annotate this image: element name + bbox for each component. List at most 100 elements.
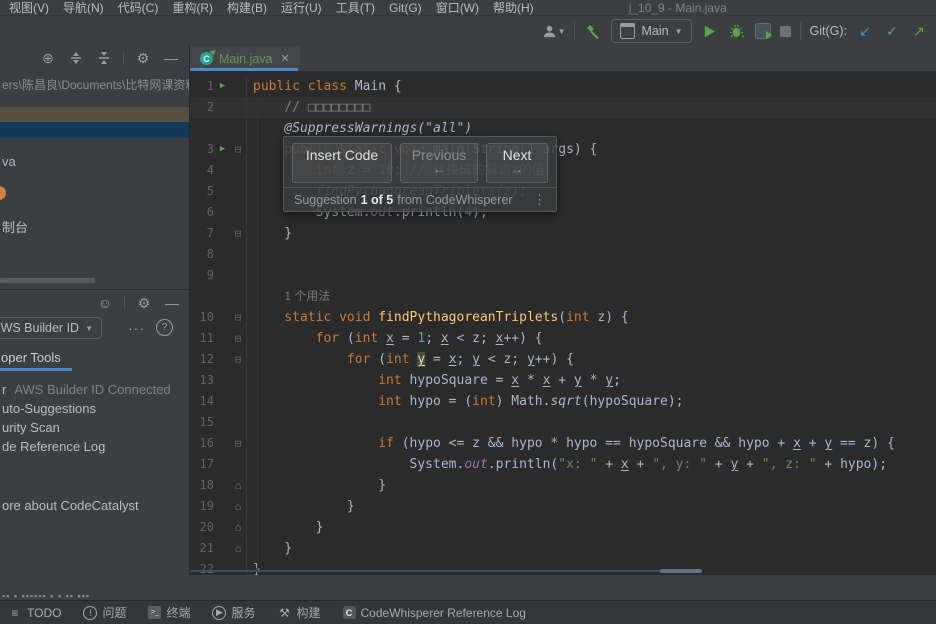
- fold-end-icon[interactable]: ⌂: [231, 517, 245, 538]
- menu-run[interactable]: 运行(U): [274, 0, 329, 16]
- previous-suggestion-button[interactable]: Previous ←: [400, 143, 478, 183]
- expand-all-icon[interactable]: [95, 49, 113, 67]
- debug-button[interactable]: [728, 22, 746, 40]
- collapse-all-icon[interactable]: [67, 49, 85, 67]
- gear-icon[interactable]: ⚙: [134, 49, 152, 67]
- toolwindow-button-problems[interactable]: !问题: [83, 604, 126, 621]
- code-line[interactable]: 7⊟ }: [190, 223, 936, 244]
- code-line[interactable]: 15: [190, 412, 936, 433]
- toolwindow-label: TODO: [27, 606, 61, 620]
- menu-refactor[interactable]: 重构(R): [165, 0, 220, 16]
- horizontal-scrollbar[interactable]: [0, 278, 95, 283]
- toolwindow-label: 服务: [231, 604, 255, 621]
- code-text: 1 个用法: [247, 286, 330, 307]
- code-line[interactable]: 11⊟ for (int x = 1; x < z; x++) {: [190, 328, 936, 349]
- code-line[interactable]: 2 // □□□□□□□□: [190, 97, 936, 118]
- problems-icon: !: [83, 606, 97, 620]
- menu-navigate[interactable]: 导航(N): [56, 0, 111, 16]
- gutter: 18⌂: [190, 475, 247, 496]
- hide-panel-icon[interactable]: —: [163, 294, 181, 312]
- menu-help[interactable]: 帮助(H): [486, 0, 541, 16]
- code-line[interactable]: 1▶public class Main {: [190, 76, 936, 97]
- code-line[interactable]: 21⌂ }: [190, 538, 936, 559]
- fold-icon[interactable]: ⊟: [231, 328, 245, 349]
- code-line[interactable]: 17 System.out.println("x: " + x + ", y: …: [190, 454, 936, 475]
- gutter: 16⊟: [190, 433, 247, 454]
- locate-file-icon[interactable]: ⊕: [39, 49, 57, 67]
- toolwindow-button-terminal[interactable]: >_终端: [148, 604, 190, 621]
- stop-button[interactable]: [780, 26, 791, 37]
- toolwindow-button-build[interactable]: ⚒构建: [278, 604, 321, 621]
- code-line[interactable]: 8: [190, 244, 936, 265]
- aws-item-auto-suggestions[interactable]: uto-Suggestions: [2, 401, 96, 416]
- horizontal-scroll-thumb[interactable]: [660, 569, 702, 573]
- code-line[interactable]: 22}: [190, 559, 936, 575]
- menu-view[interactable]: 视图(V): [2, 0, 56, 16]
- next-suggestion-button[interactable]: Next →: [486, 143, 548, 183]
- gutter: 4: [190, 160, 247, 181]
- git-push-icon[interactable]: ↗: [910, 22, 928, 40]
- code-line[interactable]: 16⊟ if (hypo <= z && hypo * hypo == hypo…: [190, 433, 936, 454]
- toolwindow-button-todo[interactable]: ≡TODO: [8, 606, 61, 620]
- token-kw: for: [253, 352, 370, 367]
- code-line[interactable]: 13 int hypoSquare = x * x + y * y;: [190, 370, 936, 391]
- menu-code[interactable]: 代码(C): [111, 0, 166, 16]
- gear-icon[interactable]: ⚙: [135, 294, 153, 312]
- feedback-smiley-icon[interactable]: ☺: [96, 294, 114, 312]
- build-hammer-icon[interactable]: [584, 22, 602, 40]
- code-line[interactable]: 12⊟ for (int y = x; y < z; y++) {: [190, 349, 936, 370]
- code-line[interactable]: 19⌂ }: [190, 496, 936, 517]
- run-configuration-select[interactable]: Main ▼: [611, 19, 691, 43]
- fold-icon[interactable]: ⊟: [231, 139, 245, 160]
- kebab-menu-icon[interactable]: ⋮: [533, 192, 546, 208]
- token-pl: }: [253, 478, 386, 493]
- tree-item-console[interactable]: 制台: [2, 217, 28, 236]
- run-gutter-icon[interactable]: ▶: [214, 139, 231, 160]
- code-text: }: [247, 538, 292, 559]
- git-commit-icon[interactable]: ✓: [883, 22, 901, 40]
- insert-code-button[interactable]: Insert Code: [292, 143, 392, 183]
- horizontal-scroll-track[interactable]: [190, 570, 700, 572]
- aws-item-security-scan[interactable]: urity Scan: [2, 420, 60, 435]
- menu-window[interactable]: 窗口(W): [429, 0, 486, 16]
- toolwindow-button-codewhisperer[interactable]: CCodeWhisperer Reference Log: [343, 606, 526, 620]
- hide-panel-icon[interactable]: —: [162, 49, 180, 67]
- fold-end-icon[interactable]: ⌂: [231, 496, 245, 517]
- fold-end-icon[interactable]: ⌂: [231, 538, 245, 559]
- fold-icon[interactable]: ⊟: [231, 433, 245, 454]
- git-update-icon[interactable]: ↙: [856, 22, 874, 40]
- code-line[interactable]: 1 个用法: [190, 286, 936, 307]
- aws-builder-id-select[interactable]: WS Builder ID ▼: [0, 317, 102, 339]
- tree-row-highlighted[interactable]: [0, 107, 189, 122]
- code-line[interactable]: 9: [190, 265, 936, 286]
- gutter: 13: [190, 370, 247, 391]
- fold-icon[interactable]: ⊟: [231, 223, 245, 244]
- help-icon[interactable]: ?: [156, 319, 173, 336]
- fold-end-icon[interactable]: ⌂: [231, 475, 245, 496]
- close-icon[interactable]: ✕: [281, 52, 290, 65]
- code-text: System.out.println("x: " + x + ", y: " +…: [247, 454, 887, 475]
- gutter: 12⊟: [190, 349, 247, 370]
- fold-icon[interactable]: ⊟: [231, 349, 245, 370]
- tree-item-file[interactable]: va: [2, 154, 16, 169]
- tab-developer-tools[interactable]: oper Tools: [1, 350, 61, 365]
- run-gutter-icon[interactable]: ▶: [214, 76, 231, 97]
- menu-git[interactable]: Git(G): [382, 1, 429, 15]
- fold-icon[interactable]: ⊟: [231, 307, 245, 328]
- code-line[interactable]: 18⌂ }: [190, 475, 936, 496]
- user-icon[interactable]: ▼: [542, 24, 566, 39]
- menu-build[interactable]: 构建(B): [220, 0, 274, 16]
- aws-item-code-reference-log[interactable]: de Reference Log: [2, 439, 105, 454]
- run-button[interactable]: [701, 22, 719, 40]
- token-pl: =: [425, 352, 448, 367]
- toolwindow-button-services[interactable]: ▶服务: [212, 604, 255, 621]
- code-line[interactable]: 20⌂ }: [190, 517, 936, 538]
- code-line[interactable]: 14 int hypo = (int) Math.sqrt(hypoSquare…: [190, 391, 936, 412]
- more-options-icon[interactable]: ···: [128, 320, 145, 336]
- tree-row-selected[interactable]: [0, 122, 189, 138]
- codewhisperer-icon: C: [343, 606, 356, 619]
- aws-item-codecatalyst-link[interactable]: ore about CodeCatalyst: [2, 498, 139, 513]
- code-line[interactable]: 10⊟ static void findPythagoreanTriplets(…: [190, 307, 936, 328]
- coverage-button[interactable]: [755, 23, 771, 39]
- menu-tools[interactable]: 工具(T): [329, 0, 382, 16]
